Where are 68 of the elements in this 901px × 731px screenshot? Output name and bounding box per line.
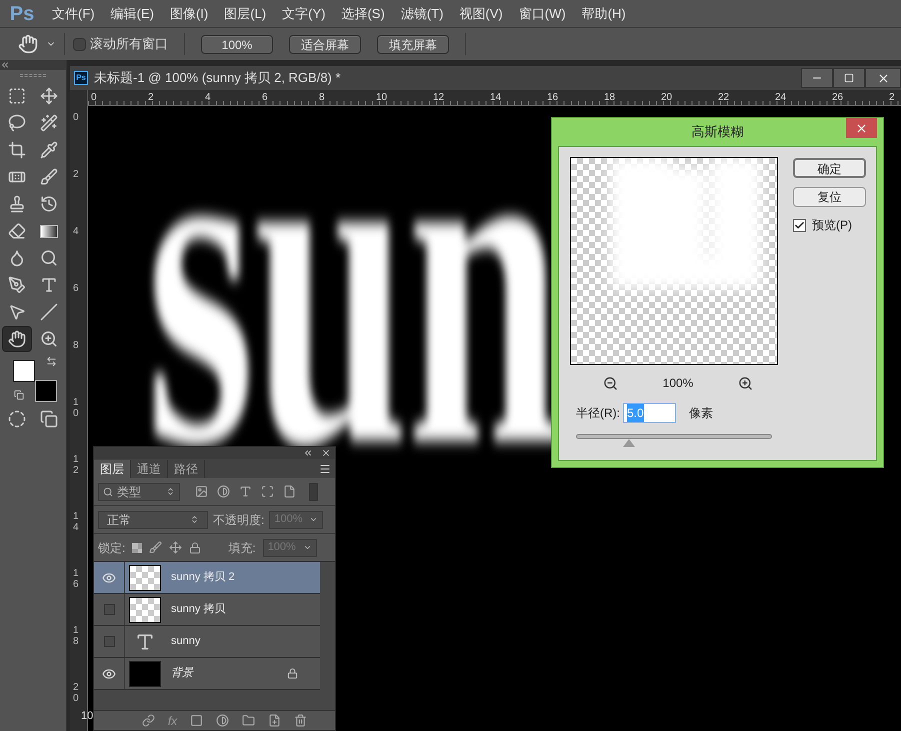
layer-name: 背景 xyxy=(171,666,193,682)
zoom-status: 10 xyxy=(81,709,94,724)
ruler-label: 18 xyxy=(73,625,80,649)
layer-row[interactable]: sunny 拷贝 2 xyxy=(94,562,320,594)
panel-tab[interactable]: 路径 xyxy=(168,460,205,478)
menu-item[interactable]: 选择(S) xyxy=(333,4,393,24)
app-logo: Ps xyxy=(8,2,36,26)
dialog-button[interactable]: 复位 xyxy=(793,187,866,207)
ruler-label: 22 xyxy=(717,91,730,105)
dialog-title: 高斯模糊 xyxy=(692,123,744,142)
ruler-label: 2 xyxy=(147,91,155,105)
layer-name: sunny 拷贝 2 xyxy=(171,570,235,586)
ruler-label: 4 xyxy=(204,91,212,105)
menu-item[interactable]: 文件(F) xyxy=(44,4,103,24)
checkbox-label: 预览(P) xyxy=(812,217,852,234)
zoom-level: 100% xyxy=(662,375,694,392)
dialog-button[interactable]: 确定 xyxy=(793,158,866,178)
filter-dropdown[interactable]: 类型 xyxy=(98,482,180,500)
fill-label: 填充: xyxy=(228,540,256,556)
lock-label: 锁定: xyxy=(98,540,126,556)
menu-item[interactable]: 图层(L) xyxy=(216,4,274,24)
ruler-label: 20 xyxy=(660,91,674,105)
ruler-label: 20 xyxy=(73,682,80,706)
ruler-label: 16 xyxy=(546,91,560,105)
ruler-label: 26 xyxy=(831,91,844,105)
ruler-label: 12 xyxy=(432,91,446,105)
ruler-label: 10 xyxy=(73,397,80,421)
ruler-label: 0 xyxy=(73,112,80,125)
ruler-label: 4 xyxy=(73,226,80,239)
ruler-label: 2 xyxy=(73,169,80,182)
panel-tab[interactable]: 图层 xyxy=(94,460,131,478)
ruler-label: 12 xyxy=(73,454,80,478)
ruler-label: 8 xyxy=(318,91,326,105)
checkbox-label: 滚动所有窗口 xyxy=(90,35,168,54)
blend-mode-dropdown[interactable]: 正常 xyxy=(98,510,208,528)
ruler-label: 6 xyxy=(73,283,80,296)
menu-item[interactable]: 滤镜(T) xyxy=(392,4,452,24)
ruler-label: 18 xyxy=(603,91,616,105)
unit-label: 像素 xyxy=(689,405,713,422)
ruler-label: 6 xyxy=(261,91,269,105)
ruler-label: 14 xyxy=(73,511,80,535)
menu-item[interactable]: 视图(V) xyxy=(451,4,511,24)
layer-name: sunny 拷贝 xyxy=(171,602,226,618)
ruler-label: 24 xyxy=(774,91,788,105)
option-button[interactable]: 填充屏幕 xyxy=(377,34,449,54)
menu-item[interactable]: 窗口(W) xyxy=(510,4,574,24)
ruler-label: 2 xyxy=(888,91,896,105)
opacity-label: 不透明度: xyxy=(213,512,264,528)
canvas-text: sun xyxy=(146,218,562,453)
ruler-label: 10 xyxy=(375,91,388,105)
layer-row[interactable]: sunny xyxy=(94,626,320,658)
document-icon: Ps xyxy=(74,71,88,85)
panel-tab[interactable]: 通道 xyxy=(131,460,168,478)
option-button[interactable]: 适合屏幕 xyxy=(289,34,361,54)
option-button[interactable]: 100% xyxy=(201,34,273,54)
ruler-label: 14 xyxy=(489,91,502,105)
menu-item[interactable]: 文字(Y) xyxy=(274,4,334,24)
ruler-label: 16 xyxy=(73,568,80,592)
layer-name: sunny xyxy=(171,634,200,650)
menu-item[interactable]: 图像(I) xyxy=(162,4,216,24)
layer-row[interactable]: sunny 拷贝 xyxy=(94,594,320,626)
document-tab[interactable]: 未标题-1 @ 100% (sunny 拷贝 2, RGB/8) * xyxy=(94,68,341,88)
layer-row[interactable]: 背景 xyxy=(94,658,320,690)
ruler-label: 0 xyxy=(90,91,98,105)
menu-item[interactable]: 编辑(E) xyxy=(102,4,162,24)
menu-item[interactable]: 帮助(H) xyxy=(574,4,634,24)
ruler-label: 8 xyxy=(73,340,80,353)
radius-label: 半径(R): xyxy=(576,405,620,422)
